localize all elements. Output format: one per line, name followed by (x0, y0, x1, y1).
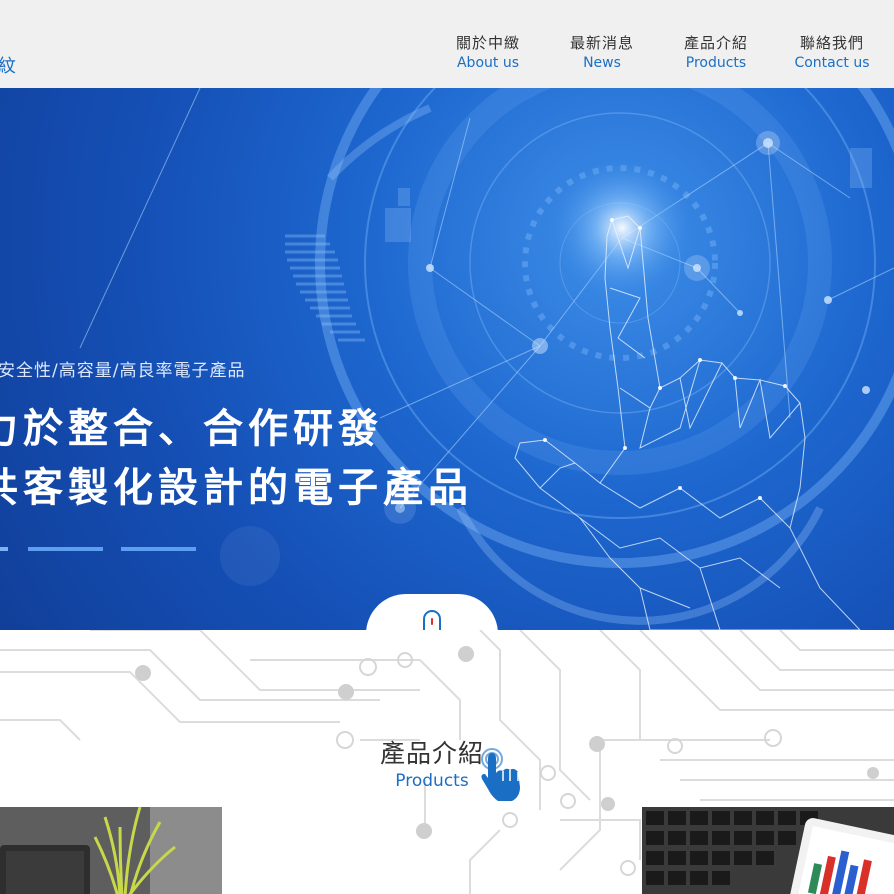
nav-products-zh: 產品介紹 (683, 34, 748, 52)
nav-news-en: News (583, 55, 621, 71)
product-card-laptop[interactable] (0, 807, 222, 894)
nav-products-en: Products (685, 55, 747, 71)
tablet-keyboard-photo (642, 807, 894, 894)
slide-indicator-2[interactable] (28, 547, 103, 551)
nav-about-us[interactable]: 關於中緻 About us (444, 32, 532, 76)
pointing-hand-icon (481, 748, 520, 801)
nav-about-us-zh: 關於中緻 (455, 34, 520, 52)
slide-indicator-1[interactable] (0, 547, 8, 551)
nav-contact-us[interactable]: 聯絡我們 Contact us (788, 32, 876, 76)
nav-contact-us-en: Contact us (794, 55, 870, 71)
slide-indicator-3[interactable] (121, 547, 196, 551)
hero-subtitle: 安全性/高容量/高良率電子產品 (0, 361, 246, 381)
hero-headline-line1: 力於整合、合作研發 (0, 406, 383, 452)
nav-news-zh: 最新消息 (569, 34, 634, 52)
hero-headline-line2: 共客製化設計的電子產品 (0, 465, 473, 511)
laptop-plant-photo (0, 807, 222, 894)
nav-news[interactable]: 最新消息 News (558, 32, 646, 76)
nav-contact-us-zh: 聯絡我們 (799, 34, 864, 52)
nav-about-us-en: About us (456, 55, 519, 71)
section-title: 產品介紹 (379, 739, 484, 768)
site-header: 紋 關於中緻 About us 最新消息 News 產品介紹 Products … (0, 0, 894, 88)
mouse-wheel (431, 618, 433, 625)
hero-banner: 安全性/高容量/高良率電子產品 力於整合、合作研發 共客製化設計的電子產品 (0, 88, 894, 630)
nav-products[interactable]: 產品介紹 Products (672, 32, 760, 76)
product-card-tablet[interactable] (642, 807, 894, 894)
products-section: 產品介紹 Products (0, 630, 894, 894)
section-subtitle: Products (395, 771, 469, 791)
logo-fragment[interactable]: 紋 (0, 52, 16, 78)
